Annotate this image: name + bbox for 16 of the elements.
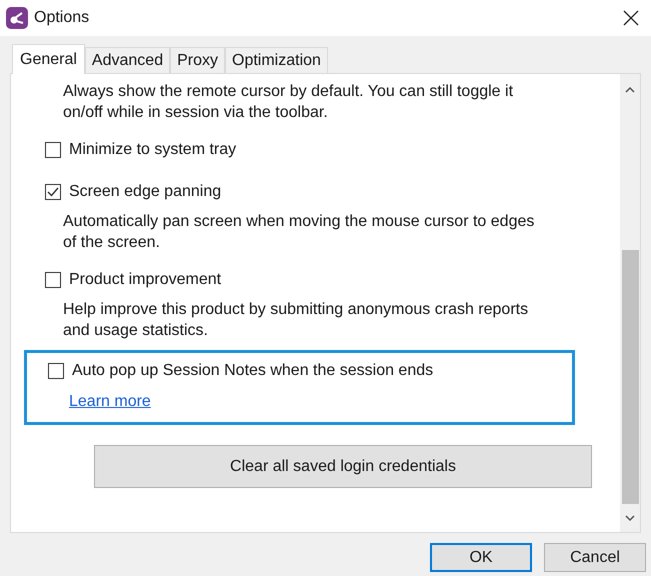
tab[interactable]: Advanced: [84, 47, 170, 73]
checkbox-label: Product improvement: [69, 270, 222, 290]
tab[interactable]: Proxy: [170, 47, 225, 73]
description-text: Automatically pan screen when moving the mouse cursor to edges of the screen.: [62, 212, 536, 253]
learn-more-link[interactable]: Learn more: [69, 390, 151, 414]
checkbox-label: Auto pop up Session Notes when the session ends: [72, 361, 434, 381]
tab[interactable]: General: [12, 44, 85, 74]
window-title: Options: [34, 8, 90, 28]
description-text: Always show the remote cursor by default. You can still toggle it on/off while in session via the toolbar.: [62, 82, 514, 123]
checkbox-label: Screen edge panning: [69, 182, 222, 202]
dialog-button[interactable]: Cancel: [544, 543, 646, 572]
dialog-button[interactable]: OK: [430, 543, 532, 572]
clear-credentials-button[interactable]: Clear all saved login credentials: [94, 445, 592, 488]
tab[interactable]: Optimization: [225, 47, 328, 73]
description-text: Help improve this product by submitting anonymous crash reports and usage statistics.: [62, 300, 530, 341]
checkbox-label: Minimize to system tray: [69, 140, 236, 160]
